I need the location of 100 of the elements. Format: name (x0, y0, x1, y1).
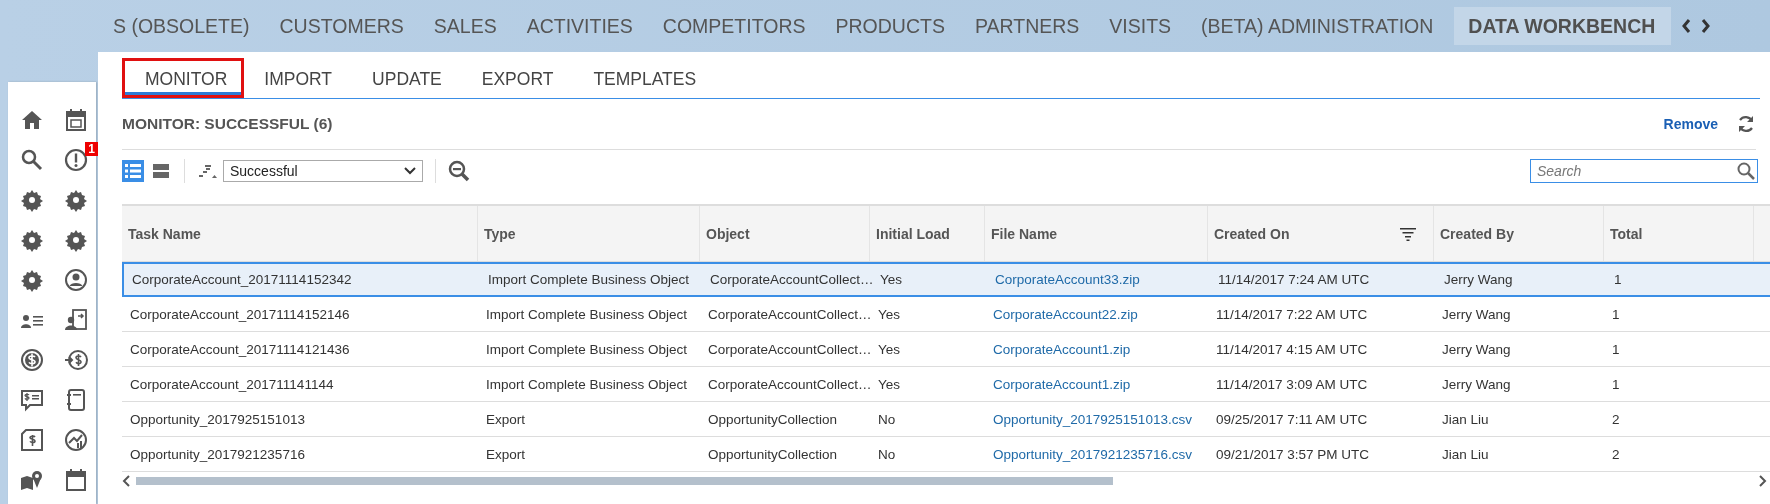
table-cell-text: 1 (1611, 341, 1621, 357)
table-cell-text: 11/14/2017 7:22 AM UTC (1215, 306, 1369, 322)
table-cell-text: 1 (1611, 306, 1621, 322)
table-cell-text: Opportunity_2017925151013 (129, 411, 306, 427)
contact-arrow-icon[interactable] (64, 308, 88, 332)
nav-tab[interactable]: CUSTOMERS (264, 7, 419, 45)
gear-icon[interactable] (64, 188, 88, 212)
caret-icon[interactable] (404, 167, 416, 175)
table-cell-text: Import Complete Business Object (485, 341, 689, 357)
list-view-button[interactable] (122, 160, 144, 182)
file-link[interactable]: Opportunity_2017925151013.csv (985, 411, 1208, 427)
table-cell-text: 11/14/2017 3:09 AM UTC (1215, 376, 1369, 392)
calendar-icon[interactable] (64, 468, 88, 492)
chevron-left-icon[interactable] (1681, 18, 1692, 34)
scrollbar-thumb[interactable] (136, 477, 1113, 485)
filter-icon[interactable] (1399, 226, 1417, 241)
file-link[interactable]: CorporateAccount33.zip (987, 272, 1210, 287)
table-cell-text: Jian Liu (1441, 446, 1490, 462)
chevron-right-icon[interactable] (1701, 18, 1712, 34)
table-cell-text: Jerry Wang (1441, 306, 1512, 322)
table-cell-text: CorporateAccountCollect… (707, 376, 870, 392)
calendar-icon[interactable] (64, 108, 88, 132)
growth-circle-icon[interactable] (64, 428, 88, 452)
table-row[interactable]: CorporateAccount_20171114152146 Import Complete Business Object CorporateAccountCollect… Yes CorporateAccount22.zip 11/14/2017 7:22 AM UTC Jerry Wang 1 (122, 297, 1770, 332)
nav-tab[interactable]: (BETA) ADMINISTRATION (1186, 7, 1449, 45)
section-heading: MONITOR: SUCCESSFUL (6) (122, 115, 334, 133)
table-cell-text: Import Complete Business Object (485, 376, 689, 392)
gear-icon[interactable] (20, 188, 44, 212)
gear-icon[interactable] (20, 268, 44, 292)
table-cell-text: Yes (877, 306, 902, 322)
table-row[interactable]: CorporateAccount_201711141144 Import Complete Business Object CorporateAccountCollect… Yes CorporateAccount1.zip 11/14/2017 3:09 AM UTC Jerry Wang 1 (122, 367, 1770, 402)
nav-tab[interactable]: VISITS (1094, 7, 1187, 45)
table-cell-text: Yes (877, 376, 902, 392)
table-cell-text: Import Complete Business Object (487, 272, 691, 287)
arrow-dollar-icon[interactable] (64, 348, 88, 372)
table-row[interactable]: Opportunity_2017921235716 Export OpportunityCollection No Opportunity_2017921235716.csv 09/21/2017 3:57 PM UTC Jian Liu 2 (122, 437, 1770, 472)
search-field[interactable]: Search (1530, 159, 1758, 183)
tab[interactable]: TEMPLATES (573, 58, 717, 98)
table-cell-text: Export (485, 411, 527, 427)
scroll-left-icon[interactable] (122, 475, 132, 487)
table-cell-text: Import Complete Business Object (485, 306, 689, 322)
file-link[interactable]: CorporateAccount1.zip (985, 376, 1208, 392)
column-header[interactable]: Object (700, 206, 870, 261)
gear-icon[interactable] (64, 228, 88, 252)
nav-tab[interactable]: COMPETITORS (647, 7, 821, 45)
column-header[interactable]: Created On (1208, 206, 1434, 261)
nav-tab[interactable]: DATA WORKBENCH (1454, 7, 1672, 45)
user-circle-icon[interactable] (64, 268, 88, 292)
file-link[interactable]: CorporateAccount22.zip (985, 306, 1208, 322)
table-cell-text: OpportunityCollection (707, 446, 839, 462)
sort-icon[interactable] (197, 162, 217, 180)
dollar-circle-icon[interactable] (20, 348, 44, 372)
table-cell-text: CorporateAccountCollect… (709, 272, 872, 287)
table-cell-text: Opportunity_2017921235716 (129, 446, 306, 462)
table-cell-text: CorporateAccountCollect… (707, 306, 870, 322)
nav-tab[interactable]: SALES (418, 7, 512, 45)
gear-icon[interactable] (20, 228, 44, 252)
tab[interactable]: UPDATE (352, 58, 462, 98)
file-link[interactable]: CorporateAccount1.zip (985, 341, 1208, 357)
nav-tab[interactable]: ACTIVITIES (511, 7, 648, 45)
table-cell-text: CorporateAccount_20171114121436 (129, 341, 351, 357)
column-header[interactable]: Initial Load (870, 206, 985, 261)
tab[interactable]: IMPORT (244, 58, 353, 98)
refresh-icon[interactable] (1736, 114, 1756, 134)
table-row[interactable]: Opportunity_2017925151013 Export OpportunityCollection No Opportunity_2017925151013.csv 09/25/2017 7:11 AM UTC Jian Liu 2 (122, 402, 1770, 437)
file-link[interactable]: Opportunity_2017921235716.csv (985, 446, 1208, 462)
notebook-icon[interactable] (64, 388, 88, 412)
nav-tab[interactable]: PRODUCTS (820, 7, 960, 45)
scroll-right-icon[interactable] (1757, 475, 1767, 487)
table-cell-text: CorporateAccount_20171114152146 (129, 306, 351, 322)
dollar-speech-icon[interactable] (20, 388, 44, 412)
column-header[interactable]: Type (478, 206, 700, 261)
table-cell-text: 09/25/2017 7:11 AM UTC (1215, 411, 1369, 427)
map-pin-icon[interactable] (20, 468, 44, 492)
table-cell-text: OpportunityCollection (707, 411, 839, 427)
tab[interactable]: EXPORT (461, 58, 574, 98)
alert-icon[interactable] (64, 148, 88, 172)
status-dropdown[interactable]: Successful (223, 160, 423, 182)
table-cell-text: 1 (1613, 272, 1623, 287)
table-cell-text: 11/14/2017 4:15 AM UTC (1215, 341, 1369, 357)
table-cell-text: Yes (877, 341, 902, 357)
table-cell-text: Jerry Wang (1441, 376, 1512, 392)
table-cell-text: CorporateAccount_201711141144 (129, 376, 335, 392)
tab[interactable]: MONITOR (122, 58, 245, 98)
column-header[interactable]: File Name (985, 206, 1208, 261)
search-icon[interactable] (20, 148, 44, 172)
table-cell-text: 2 (1611, 411, 1621, 427)
zoom-out-icon[interactable] (448, 160, 470, 182)
dollar-document-icon[interactable] (20, 428, 44, 452)
column-header[interactable]: Created By (1434, 206, 1604, 261)
remove-link[interactable]: Remove (1663, 116, 1718, 132)
home-icon[interactable] (20, 108, 44, 132)
nav-tab[interactable]: S (OBSOLETE) (98, 7, 265, 45)
column-header[interactable]: Task Name (122, 206, 478, 261)
table-row[interactable]: CorporateAccount_20171114152342 Import Complete Business Object CorporateAccountCollect… Yes CorporateAccount33.zip 11/14/2017 7:24 AM UTC Jerry Wang 1 (122, 262, 1770, 297)
nav-tab[interactable]: PARTNERS (959, 7, 1095, 45)
search-icon[interactable] (1737, 162, 1755, 180)
table-cell-text: 2 (1611, 446, 1621, 462)
table-row[interactable]: CorporateAccount_20171114121436 Import Complete Business Object CorporateAccountCollect… Yes CorporateAccount1.zip 11/14/2017 4:15 AM UTC Jerry Wang 1 (122, 332, 1770, 367)
column-header[interactable]: Total (1604, 206, 1754, 261)
